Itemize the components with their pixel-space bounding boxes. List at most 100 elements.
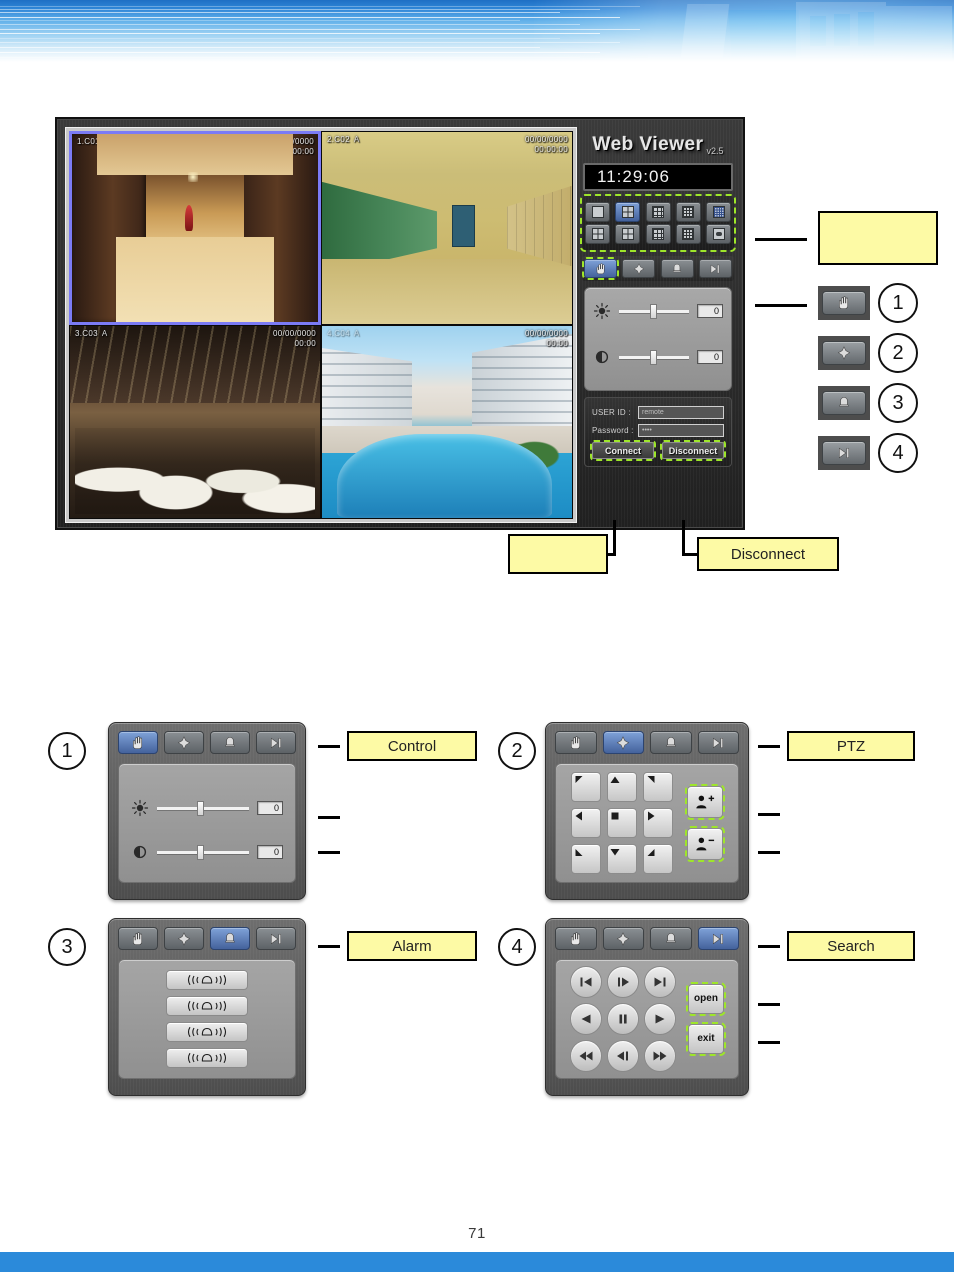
video-cell-3[interactable]: 3.C03 A 00/00/0000 00:00 [69, 325, 321, 519]
brightness-slider[interactable] [619, 303, 689, 319]
alarm-button-4[interactable] [166, 1048, 248, 1068]
layout-row-2 [585, 224, 731, 244]
person-plus-icon [696, 795, 715, 809]
control-column: Web Viewer v2.5 11:29:06 0 0 USER ID: r… [579, 127, 737, 520]
ptz-up-left-button[interactable] [571, 772, 601, 802]
password-input[interactable]: •••• [638, 424, 724, 437]
step-forward-frame-button[interactable] [607, 966, 639, 998]
panel-4-tab-search[interactable] [697, 927, 739, 950]
panel-4-tab-alarm[interactable] [650, 927, 692, 950]
layout-button-fullscreen[interactable] [706, 224, 731, 244]
osd-channel-name: 4.C04 [327, 329, 350, 338]
panel-3-tab-ptz[interactable] [164, 927, 204, 950]
alarm-button-1[interactable] [166, 970, 248, 990]
camera-4-image [322, 326, 572, 518]
rewind-button[interactable] [570, 1040, 602, 1072]
leader-panel-2-label [758, 745, 780, 748]
panel-number-1: 1 [48, 732, 86, 770]
ptz-up-button[interactable] [607, 772, 637, 802]
panel-1-tab-alarm[interactable] [210, 731, 250, 754]
panel-4-tabs [555, 927, 739, 950]
panel-2-tab-ptz[interactable] [602, 731, 644, 754]
login-panel: USER ID : remote Password : •••• Connect… [584, 397, 732, 467]
tab-alarm[interactable] [660, 259, 694, 278]
play-button[interactable] [644, 1003, 676, 1035]
ptz-zoom-out-button[interactable] [685, 826, 725, 862]
fast-forward-button[interactable] [644, 1040, 676, 1072]
layout-button-9[interactable] [645, 202, 671, 222]
panel-1-body: 0 0 [118, 763, 296, 883]
panel-1-contrast-slider[interactable] [157, 844, 249, 860]
step-back-frame-button[interactable] [607, 1040, 639, 1072]
ptz-left-button[interactable] [571, 808, 601, 838]
skip-back-button[interactable] [570, 966, 602, 998]
tab-ptz[interactable] [622, 259, 656, 278]
panel-3-tab-alarm[interactable] [210, 927, 250, 950]
alarm-button-2[interactable] [166, 996, 248, 1016]
layout-button-13[interactable] [675, 224, 701, 244]
video-cell-2[interactable]: 2.C02 A 00/00/0000 00:00:00 [321, 131, 573, 325]
brightness-row: 0 [585, 288, 731, 334]
control-tab-sample[interactable] [822, 291, 866, 315]
osd-timestamp: 00/00/0000 00:00 [525, 329, 568, 349]
layout-button-25[interactable] [706, 202, 731, 222]
hand-icon [133, 931, 143, 945]
layout-button-10[interactable] [645, 224, 671, 244]
layout-button-6[interactable] [585, 224, 610, 244]
ptz-down-button[interactable] [607, 844, 637, 874]
alarm-button-3[interactable] [166, 1022, 248, 1042]
layout-row-1 [585, 202, 731, 222]
panel-2-tab-control[interactable] [555, 731, 597, 754]
panel-1-brightness-thumb[interactable] [197, 800, 205, 816]
layout-button-4[interactable] [615, 202, 641, 222]
search-tab-sample[interactable] [822, 441, 866, 465]
exit-button[interactable]: exit [686, 1022, 726, 1056]
panel-1-tab-search[interactable] [256, 731, 296, 754]
panel-1-contrast-thumb[interactable] [197, 844, 205, 860]
panel-1-tab-control[interactable] [118, 731, 158, 754]
tab-search[interactable] [698, 259, 732, 278]
disconnect-button[interactable]: Disconnect [660, 440, 726, 461]
ptz-down-right-button[interactable] [643, 844, 673, 874]
ptz-up-right-button[interactable] [643, 772, 673, 802]
panel-1-tab-ptz[interactable] [164, 731, 204, 754]
ptz-right-button[interactable] [643, 808, 673, 838]
panel-4-tab-ptz[interactable] [602, 927, 644, 950]
pause-button[interactable] [607, 1003, 639, 1035]
video-cell-1[interactable]: 1.C01A 00/00/0000 00:00 [69, 131, 321, 325]
grid-4-icon [621, 206, 634, 218]
layout-button-16[interactable] [675, 202, 701, 222]
hand-icon [839, 296, 849, 309]
video-cell-4[interactable]: 4.C04 A 00/00/0000 00:00 [321, 325, 573, 519]
panel-4-tab-control[interactable] [555, 927, 597, 950]
panel-2-tab-search[interactable] [697, 731, 739, 754]
ptz-stop-button[interactable] [607, 808, 637, 838]
ptz-zoom-in-button[interactable] [685, 784, 725, 820]
layout-button-8[interactable] [615, 224, 641, 244]
ptz-down-left-button[interactable] [571, 844, 601, 874]
alarm-tab-sample[interactable] [822, 391, 866, 415]
layout-button-1[interactable] [585, 202, 610, 222]
panel-3-tab-search[interactable] [256, 927, 296, 950]
userid-input[interactable]: remote [638, 406, 724, 419]
contrast-slider-thumb[interactable] [649, 349, 657, 365]
ptz-tab-sample[interactable] [822, 341, 866, 365]
open-button[interactable]: open [686, 982, 726, 1016]
userid-row: USER ID : remote [592, 406, 724, 419]
panel-2-tab-alarm[interactable] [650, 731, 692, 754]
panel-1-brightness-row: 0 [119, 786, 295, 830]
panel-number-3: 3 [48, 928, 86, 966]
search-play-icon [711, 263, 720, 274]
panel-3-tab-control[interactable] [118, 927, 158, 950]
connect-button[interactable]: Connect [590, 440, 656, 461]
callout-number-1: 1 [878, 283, 918, 323]
play-reverse-button[interactable] [570, 1003, 602, 1035]
ptz-icon [177, 735, 191, 750]
userid-label: USER ID : [592, 408, 631, 417]
contrast-slider[interactable] [619, 349, 689, 365]
ptz-zoom-column [685, 784, 725, 862]
brightness-slider-thumb[interactable] [649, 303, 657, 319]
panel-1-brightness-slider[interactable] [157, 800, 249, 816]
tab-control[interactable] [582, 257, 619, 280]
skip-forward-button[interactable] [644, 966, 676, 998]
